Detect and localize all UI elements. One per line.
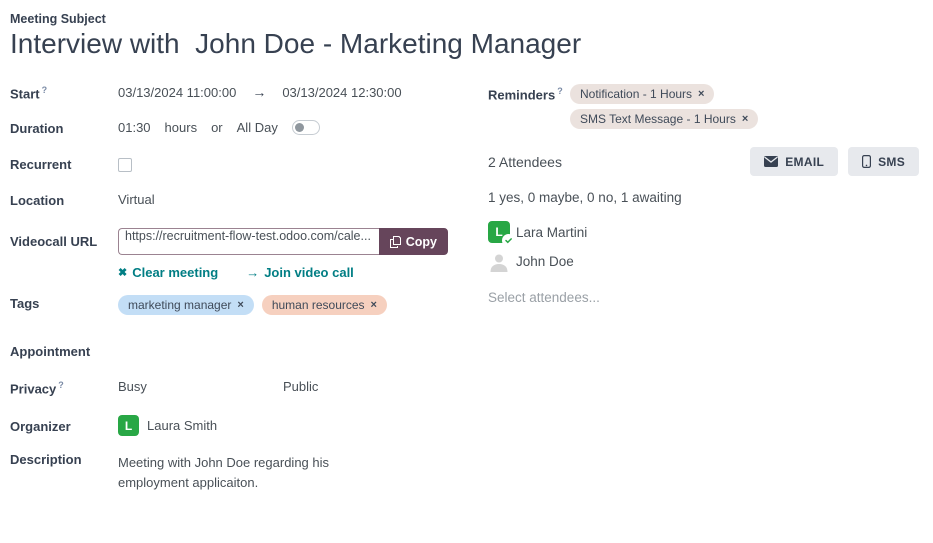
organizer-value[interactable]: L Laura Smith — [118, 415, 217, 436]
tags-label: Tags — [10, 295, 118, 311]
videocall-input-group: https://recruitment-flow-test.odoo.com/c… — [118, 228, 448, 255]
start-help-icon[interactable]: ? — [42, 85, 48, 95]
duration-unit-label: hours — [165, 120, 198, 135]
start-label: Start? — [10, 84, 118, 101]
tag-human-resources[interactable]: human resources× — [262, 295, 387, 315]
organizer-avatar: L — [118, 415, 139, 436]
all-day-label: All Day — [237, 120, 278, 135]
reminders-label: Reminders? — [488, 84, 570, 129]
privacy-row: Privacy? Busy Public — [10, 379, 476, 400]
tags-row: Tags marketing manager× human resources× — [10, 295, 476, 316]
start-values: 03/13/2024 11:00:00 → 03/13/2024 12:30:0… — [118, 84, 402, 100]
reminder-sms[interactable]: SMS Text Message - 1 Hours× — [570, 109, 758, 129]
reminders-row: Reminders? Notification - 1 Hours× SMS T… — [488, 84, 921, 129]
recurrent-row: Recurrent — [10, 156, 476, 177]
stop-datetime-input[interactable]: 03/13/2024 12:30:00 — [282, 85, 401, 100]
duration-values: 01:30 hours or All Day — [118, 120, 320, 135]
description-input[interactable]: Meeting with John Doe regarding his empl… — [118, 451, 360, 493]
description-label: Description — [10, 451, 118, 467]
join-arrow-icon: → — [246, 265, 259, 280]
left-column: Start? 03/13/2024 11:00:00 → 03/13/2024 … — [10, 84, 476, 508]
select-attendees-input[interactable]: Select attendees... — [488, 290, 921, 305]
reminder-remove-icon[interactable]: × — [698, 88, 704, 100]
tag-remove-icon[interactable]: × — [237, 299, 243, 311]
all-day-toggle[interactable] — [292, 120, 320, 135]
location-input[interactable]: Virtual — [118, 192, 155, 207]
privacy-help-icon[interactable]: ? — [58, 380, 64, 390]
location-row: Location Virtual — [10, 192, 476, 213]
duration-label: Duration — [10, 120, 118, 136]
meeting-form: Meeting Subject Interview with John Doe … — [0, 0, 933, 508]
attendee-row-lara[interactable]: L Lara Martini — [488, 221, 921, 243]
attendee-name: Lara Martini — [516, 225, 587, 240]
attendee-name: John Doe — [516, 254, 574, 269]
attendance-status-line: 1 yes, 0 maybe, 0 no, 1 awaiting — [488, 190, 921, 205]
accepted-check-icon — [502, 234, 515, 247]
start-datetime-input[interactable]: 03/13/2024 11:00:00 — [118, 85, 236, 100]
reminders-help-icon[interactable]: ? — [557, 86, 563, 96]
start-row: Start? 03/13/2024 11:00:00 → 03/13/2024 … — [10, 84, 476, 105]
organizer-name: Laura Smith — [147, 418, 217, 433]
reminder-remove-icon[interactable]: × — [742, 113, 748, 125]
tag-marketing-manager[interactable]: marketing manager× — [118, 295, 254, 315]
tags-values: marketing manager× human resources× — [118, 295, 387, 315]
duration-input[interactable]: 01:30 — [118, 120, 151, 135]
form-columns: Start? 03/13/2024 11:00:00 → 03/13/2024 … — [10, 84, 921, 508]
reminder-notification[interactable]: Notification - 1 Hours× — [570, 84, 714, 104]
copy-icon — [390, 236, 401, 248]
privacy-values: Busy Public — [118, 379, 318, 394]
location-label: Location — [10, 192, 118, 208]
email-attendees-button[interactable]: EMAIL — [750, 147, 838, 176]
tag-remove-icon[interactable]: × — [371, 299, 377, 311]
copy-url-button[interactable]: Copy — [379, 228, 448, 255]
attendee-row-john[interactable]: John Doe — [488, 250, 921, 272]
show-as-select[interactable]: Busy — [118, 379, 283, 394]
videocall-label: Videocall URL — [10, 228, 118, 249]
attendee-avatar-placeholder-icon — [488, 250, 510, 272]
privacy-label: Privacy? — [10, 379, 118, 396]
meeting-subject-label: Meeting Subject — [10, 12, 921, 26]
reminders-values: Notification - 1 Hours× SMS Text Message… — [570, 84, 758, 129]
right-column: Reminders? Notification - 1 Hours× SMS T… — [476, 84, 921, 508]
sms-attendees-button[interactable]: SMS — [848, 147, 919, 176]
privacy-select[interactable]: Public — [283, 379, 318, 394]
envelope-icon — [764, 156, 778, 167]
meeting-title-input[interactable]: Interview with John Doe - Marketing Mana… — [10, 28, 921, 60]
organizer-label: Organizer — [10, 415, 118, 434]
videocall-row: Videocall URL https://recruitment-flow-t… — [10, 228, 476, 255]
clear-x-icon: ✖ — [118, 266, 127, 279]
recurrent-label: Recurrent — [10, 156, 118, 172]
recurrent-checkbox[interactable] — [118, 158, 132, 172]
videocall-links: ✖Clear meeting →Join video call — [118, 265, 476, 280]
description-row: Description Meeting with John Doe regard… — [10, 451, 476, 493]
organizer-row: Organizer L Laura Smith — [10, 415, 476, 436]
duration-or-label: or — [211, 120, 223, 135]
attendees-header: 2 Attendees EMAIL SMS — [488, 147, 921, 176]
toggle-knob-icon — [295, 123, 304, 132]
clear-meeting-link[interactable]: ✖Clear meeting — [118, 265, 218, 280]
mobile-phone-icon — [862, 155, 871, 168]
attendees-count: 2 Attendees — [488, 154, 562, 170]
date-arrow-icon: → — [252, 84, 266, 100]
tab-appointment[interactable]: Appointment — [10, 344, 476, 359]
attendee-avatar: L — [488, 221, 510, 243]
duration-row: Duration 01:30 hours or All Day — [10, 120, 476, 141]
join-video-call-link[interactable]: →Join video call — [246, 265, 354, 280]
videocall-url-input[interactable]: https://recruitment-flow-test.odoo.com/c… — [118, 228, 379, 255]
